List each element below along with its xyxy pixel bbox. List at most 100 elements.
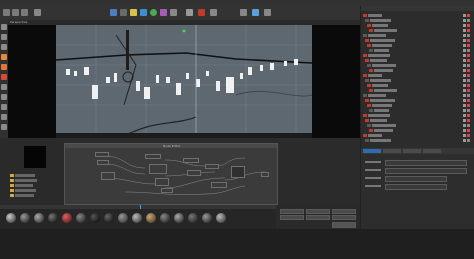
material-swatch[interactable] (146, 213, 156, 223)
material-swatch[interactable] (34, 213, 44, 223)
material-swatch[interactable] (216, 213, 226, 223)
object-row[interactable] (363, 89, 473, 93)
tab-phong[interactable] (423, 149, 441, 153)
object-row[interactable] (363, 134, 473, 138)
tool-icon[interactable] (1, 114, 7, 120)
object-row[interactable] (363, 114, 473, 118)
material-swatch[interactable] (6, 213, 16, 223)
cube-icon[interactable] (140, 9, 147, 16)
object-row[interactable] (363, 79, 473, 83)
object-row[interactable] (363, 109, 473, 113)
object-row[interactable] (363, 14, 473, 18)
tab-object[interactable] (403, 149, 421, 153)
node[interactable] (101, 172, 115, 180)
attribute-field[interactable] (385, 184, 447, 190)
tool-icon[interactable] (186, 9, 193, 16)
camera-icon[interactable] (120, 9, 127, 16)
tool-icon[interactable] (198, 9, 205, 16)
coord-field[interactable] (332, 215, 356, 220)
tool-icon[interactable] (1, 54, 7, 60)
tool-icon[interactable] (170, 9, 177, 16)
object-row[interactable] (363, 54, 473, 58)
object-row[interactable] (363, 124, 473, 128)
material-swatch[interactable] (174, 213, 184, 223)
move-icon[interactable] (3, 9, 10, 16)
tool-icon[interactable] (252, 9, 259, 16)
tool-icon[interactable] (210, 9, 217, 16)
object-row[interactable] (363, 69, 473, 73)
object-row[interactable] (363, 29, 473, 33)
object-row[interactable] (363, 34, 473, 38)
object-row[interactable] (363, 19, 473, 23)
object-list[interactable] (363, 14, 473, 144)
material-swatch[interactable] (160, 213, 170, 223)
node[interactable] (145, 154, 161, 159)
node[interactable] (97, 160, 109, 165)
scale-icon[interactable] (12, 9, 19, 16)
object-row[interactable] (363, 24, 473, 28)
tab-coord[interactable] (383, 149, 401, 153)
object-row[interactable] (363, 119, 473, 123)
render-icon[interactable] (110, 9, 117, 16)
sphere-icon[interactable] (150, 9, 157, 16)
node[interactable] (183, 158, 199, 163)
object-row[interactable] (363, 104, 473, 108)
object-row[interactable] (363, 84, 473, 88)
tool-icon[interactable] (240, 9, 247, 16)
material-swatch[interactable] (188, 213, 198, 223)
node[interactable] (205, 164, 219, 169)
node[interactable] (187, 170, 201, 176)
material-swatch[interactable] (90, 213, 100, 223)
viewport[interactable]: Perspective (8, 20, 360, 138)
object-row[interactable] (363, 139, 473, 143)
attribute-field[interactable] (385, 160, 467, 166)
object-row[interactable] (363, 94, 473, 98)
node[interactable] (231, 166, 245, 178)
tool-icon[interactable] (264, 9, 271, 16)
material-swatch[interactable] (104, 213, 114, 223)
material-swatch[interactable] (118, 213, 128, 223)
node[interactable] (261, 172, 269, 177)
tab-basic[interactable] (363, 149, 381, 153)
apply-button[interactable] (332, 222, 356, 228)
material-swatch[interactable] (76, 213, 86, 223)
node-editor[interactable]: Node Editor (64, 143, 278, 205)
tool-icon[interactable] (1, 124, 7, 130)
attribute-field[interactable] (385, 176, 447, 182)
rotate-icon[interactable] (21, 9, 28, 16)
object-row[interactable] (363, 129, 473, 133)
undo-icon[interactable] (34, 9, 41, 16)
object-row[interactable] (363, 49, 473, 53)
material-swatch[interactable] (48, 213, 58, 223)
material-list[interactable] (10, 174, 50, 202)
tool-icon[interactable] (1, 64, 7, 70)
tool-icon[interactable] (1, 44, 7, 50)
object-row[interactable] (363, 59, 473, 63)
spline-icon[interactable] (160, 9, 167, 16)
node[interactable] (155, 178, 169, 186)
coord-field[interactable] (306, 209, 330, 214)
light-icon[interactable] (130, 9, 137, 16)
object-row[interactable] (363, 39, 473, 43)
node[interactable] (211, 182, 227, 188)
node[interactable] (149, 164, 167, 174)
object-row[interactable] (363, 44, 473, 48)
tool-icon[interactable] (1, 104, 7, 110)
tool-icon[interactable] (1, 84, 7, 90)
tool-icon[interactable] (1, 74, 7, 80)
coord-field[interactable] (306, 215, 330, 220)
material-swatch[interactable] (62, 213, 72, 223)
object-row[interactable] (363, 74, 473, 78)
object-row[interactable] (363, 64, 473, 68)
object-row[interactable] (363, 99, 473, 103)
attribute-field[interactable] (385, 168, 467, 174)
coord-field[interactable] (280, 209, 304, 214)
coord-field[interactable] (332, 209, 356, 214)
material-swatch[interactable] (202, 213, 212, 223)
tool-icon[interactable] (1, 34, 7, 40)
coord-field[interactable] (280, 215, 304, 220)
tool-icon[interactable] (1, 24, 7, 30)
node[interactable] (161, 188, 173, 193)
node[interactable] (95, 152, 109, 157)
material-swatch[interactable] (132, 213, 142, 223)
